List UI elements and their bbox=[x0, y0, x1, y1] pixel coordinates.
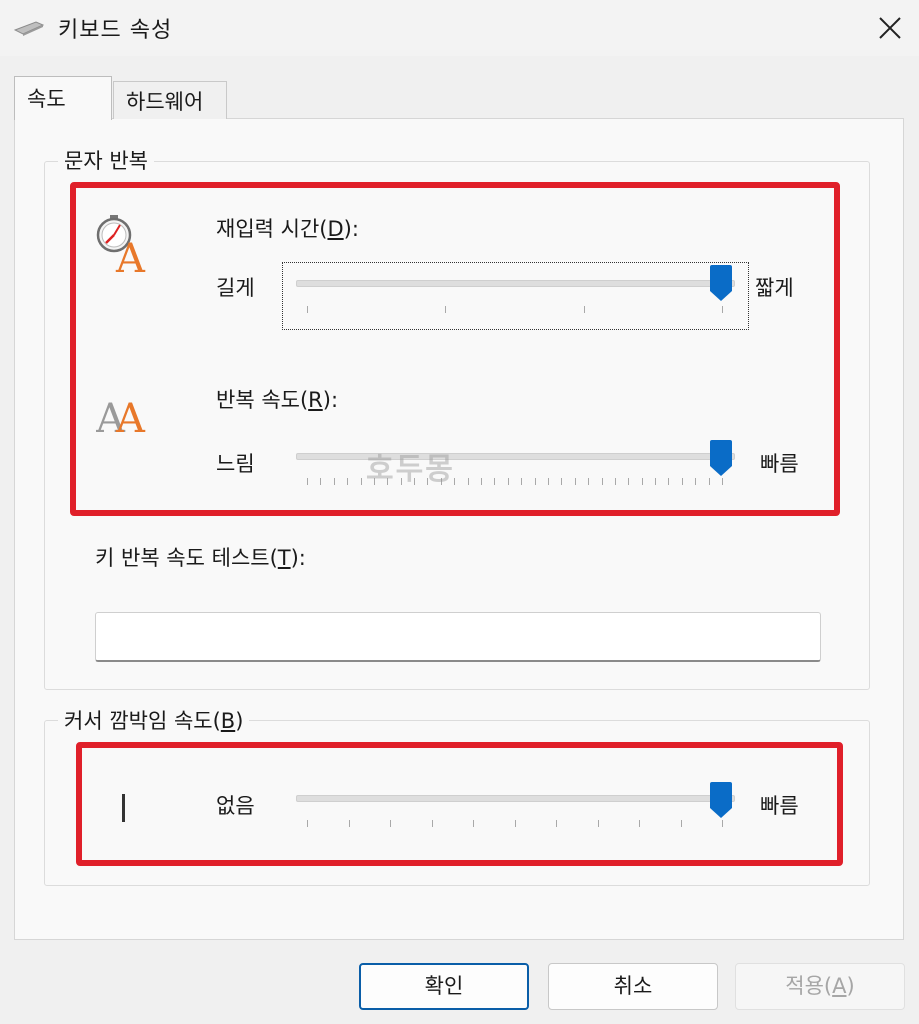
repeat-test-label-suffix: ): bbox=[290, 546, 306, 570]
apply-button-label: 적용( bbox=[785, 974, 833, 998]
close-button[interactable] bbox=[870, 8, 910, 48]
repeat-test-mnemonic: T bbox=[277, 546, 291, 570]
window-title: 키보드 속성 bbox=[58, 18, 173, 43]
cancel-button[interactable]: 취소 bbox=[548, 963, 718, 1010]
cursor-blink-legend-text: 커서 깜박임 속도( bbox=[64, 709, 221, 733]
keyboard-icon bbox=[14, 21, 44, 36]
cursor-blink-legend-suffix: ) bbox=[235, 709, 244, 733]
close-icon bbox=[879, 17, 901, 39]
cursor-blink-legend: 커서 깜박임 속도(B) bbox=[58, 705, 250, 735]
repeat-test-label-text: 키 반복 속도 테스트( bbox=[95, 546, 278, 570]
cursor-blink-mnemonic: B bbox=[220, 709, 236, 733]
highlight-box-cursor bbox=[76, 742, 843, 866]
repeat-test-label: 키 반복 속도 테스트(T): bbox=[95, 542, 306, 572]
apply-button[interactable]: 적용(A) bbox=[735, 963, 905, 1010]
ok-button[interactable]: 확인 bbox=[359, 963, 529, 1010]
tab-hardware[interactable]: 하드웨어 bbox=[113, 81, 227, 119]
character-repeat-legend: 문자 반복 bbox=[58, 145, 154, 175]
highlight-box-repeat bbox=[70, 182, 840, 516]
apply-mnemonic: A bbox=[832, 974, 847, 998]
tab-speed[interactable]: 속도 bbox=[14, 76, 112, 120]
apply-button-suffix: ) bbox=[846, 974, 855, 998]
repeat-test-input[interactable] bbox=[95, 612, 821, 662]
